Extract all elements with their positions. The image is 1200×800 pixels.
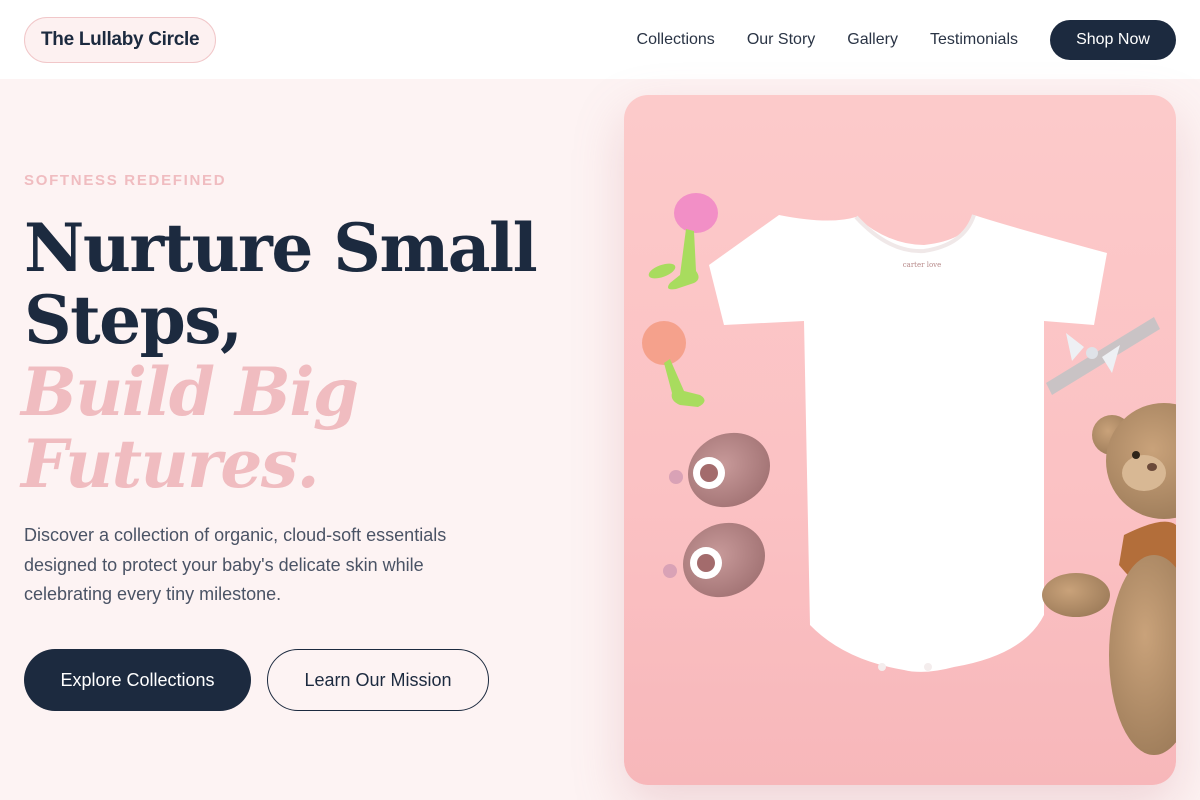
nav-item-gallery[interactable]: Gallery [847,31,898,49]
headline-accent-line-2: Futures. [21,425,320,503]
headline-line-1: Nurture Small [24,209,538,287]
baby-clothing-flatlay-icon: carter love [642,193,1176,755]
hero-headline: Nurture Small Steps, Build Big Futures. [21,209,584,503]
onesie-tag-text: carter love [903,261,942,269]
headband-bow-icon [1046,317,1160,395]
learn-our-mission-button[interactable]: Learn Our Mission [267,649,489,711]
main-nav: Collections Our Story Gallery Testimonia… [637,0,1018,79]
hero-description: Discover a collection of organic, cloud-… [24,525,447,604]
teether-toy-icon [648,193,718,290]
baby-shoe-icon [663,522,765,598]
brand-logo[interactable]: The Lullaby Circle [24,17,217,63]
nav-item-our-story[interactable]: Our Story [747,31,815,49]
headline-line-2: Steps, [24,281,243,359]
nav-item-testimonials[interactable]: Testimonials [930,31,1018,49]
nav-item-collections[interactable]: Collections [637,31,715,49]
teether-toy-icon [642,321,705,407]
site-header: The Lullaby Circle Collections Our Story… [0,0,1200,79]
hero-eyebrow: SOFTNESS REDEFINED [24,172,227,189]
teddy-bear-icon [1042,403,1176,755]
shop-now-button[interactable]: Shop Now [1050,20,1176,60]
headline-accent-line-1: Build Big [21,353,359,431]
explore-collections-button[interactable]: Explore Collections [24,649,251,711]
hero-product-photo: carter love [624,95,1176,785]
baby-shoe-icon [669,432,770,508]
